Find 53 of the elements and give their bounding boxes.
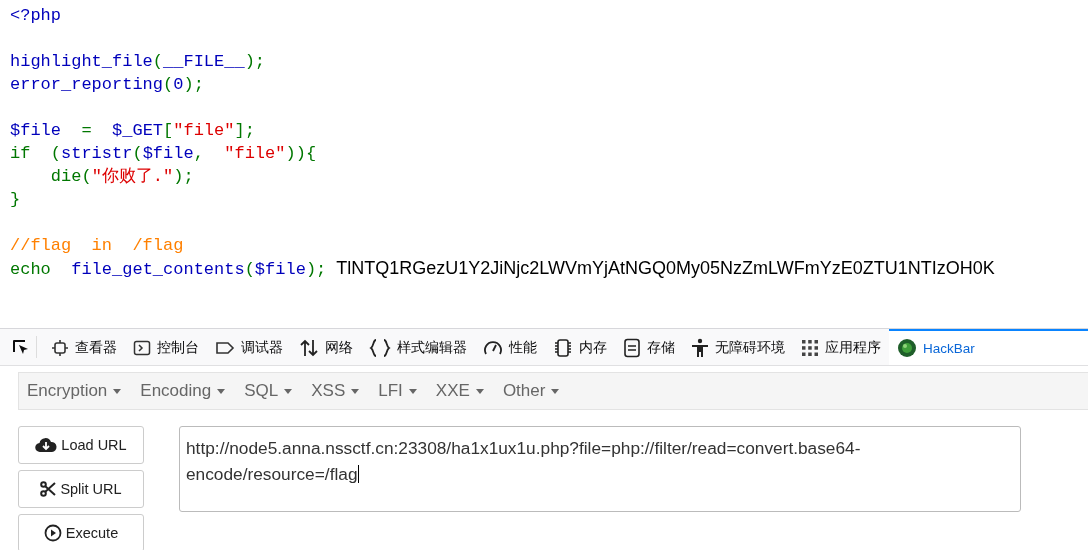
dropdown-menu[interactable]: Encoding: [132, 381, 234, 401]
code-line: highlight_file(__FILE__);: [10, 51, 266, 73]
person-icon: [691, 338, 709, 358]
caret-icon: [408, 388, 417, 394]
caret-icon: [475, 388, 484, 394]
devtools-tab[interactable]: 查看器: [43, 329, 125, 365]
caret-icon: [113, 388, 122, 394]
dropdown-menu[interactable]: SQL: [236, 381, 301, 401]
devtools-tab[interactable]: 内存: [545, 329, 615, 365]
storage-icon: [623, 338, 641, 358]
play-icon: [43, 524, 62, 542]
code-line: error_reporting(0);: [10, 74, 204, 96]
dropdown-menu[interactable]: XXE: [427, 381, 492, 401]
code-line: <?php: [10, 5, 61, 27]
caret-icon: [284, 388, 293, 394]
devtools-tab[interactable]: 调试器: [207, 329, 291, 365]
action-button[interactable]: Load URL: [18, 426, 144, 464]
chip-icon: [553, 338, 573, 358]
caret-icon: [217, 388, 226, 394]
code-line: //flag in /flag: [10, 235, 184, 257]
devtools-tab[interactable]: 应用程序: [793, 329, 889, 365]
caret-icon: [551, 388, 560, 394]
dropdown-menu[interactable]: Encryption: [19, 381, 130, 401]
ball-icon: [897, 338, 917, 358]
code-line: if (stristr($file, "file")){: [10, 143, 317, 165]
dropdown-menu[interactable]: Other: [494, 381, 568, 401]
code-line: $file = $_GET["file"];: [10, 120, 255, 142]
code-line: die("你败了.");: [49, 166, 194, 188]
devtools-tab[interactable]: 样式编辑器: [361, 329, 475, 365]
devtools-tab[interactable]: 无障碍环境: [683, 329, 793, 365]
action-button[interactable]: Execute: [18, 514, 144, 550]
code-line: }: [10, 189, 21, 211]
devtools-tab[interactable]: 网络: [291, 329, 361, 365]
devtools-tab[interactable]: 控制台: [125, 329, 207, 365]
dropdown-menu[interactable]: LFI: [370, 381, 425, 401]
gauge-icon: [483, 339, 503, 357]
console-icon: [133, 339, 151, 357]
dropdown-menu[interactable]: XSS: [303, 381, 368, 401]
cloud-download-icon: [35, 437, 58, 453]
arrows-icon: [299, 338, 319, 358]
debugger-icon: [215, 339, 235, 357]
inspector-icon: [51, 339, 69, 357]
caret-icon: [351, 388, 360, 394]
devtools-tab[interactable]: 性能: [475, 329, 545, 365]
output-text: TlNTQ1RGezU1Y2JiNjc2LWVmYjAtNGQ0My05NzZmLWFmYzE0ZTU1NTIzOH0K: [336, 257, 995, 280]
scissors-icon: [40, 481, 57, 497]
url-field[interactable]: http://node5.anna.nssctf.cn:23308/ha1x1ux1u.php?file=php://filter/read=convert.base64-encode/resource=/flag: [179, 426, 1021, 512]
grid-icon: [801, 339, 819, 357]
braces-icon: [369, 338, 391, 358]
devtools-tab[interactable]: 存储: [615, 329, 683, 365]
code-line: echo file_get_contents($file);: [10, 259, 327, 281]
action-button[interactable]: Split URL: [18, 470, 144, 508]
devtools-tab[interactable]: HackBar: [889, 329, 1088, 365]
